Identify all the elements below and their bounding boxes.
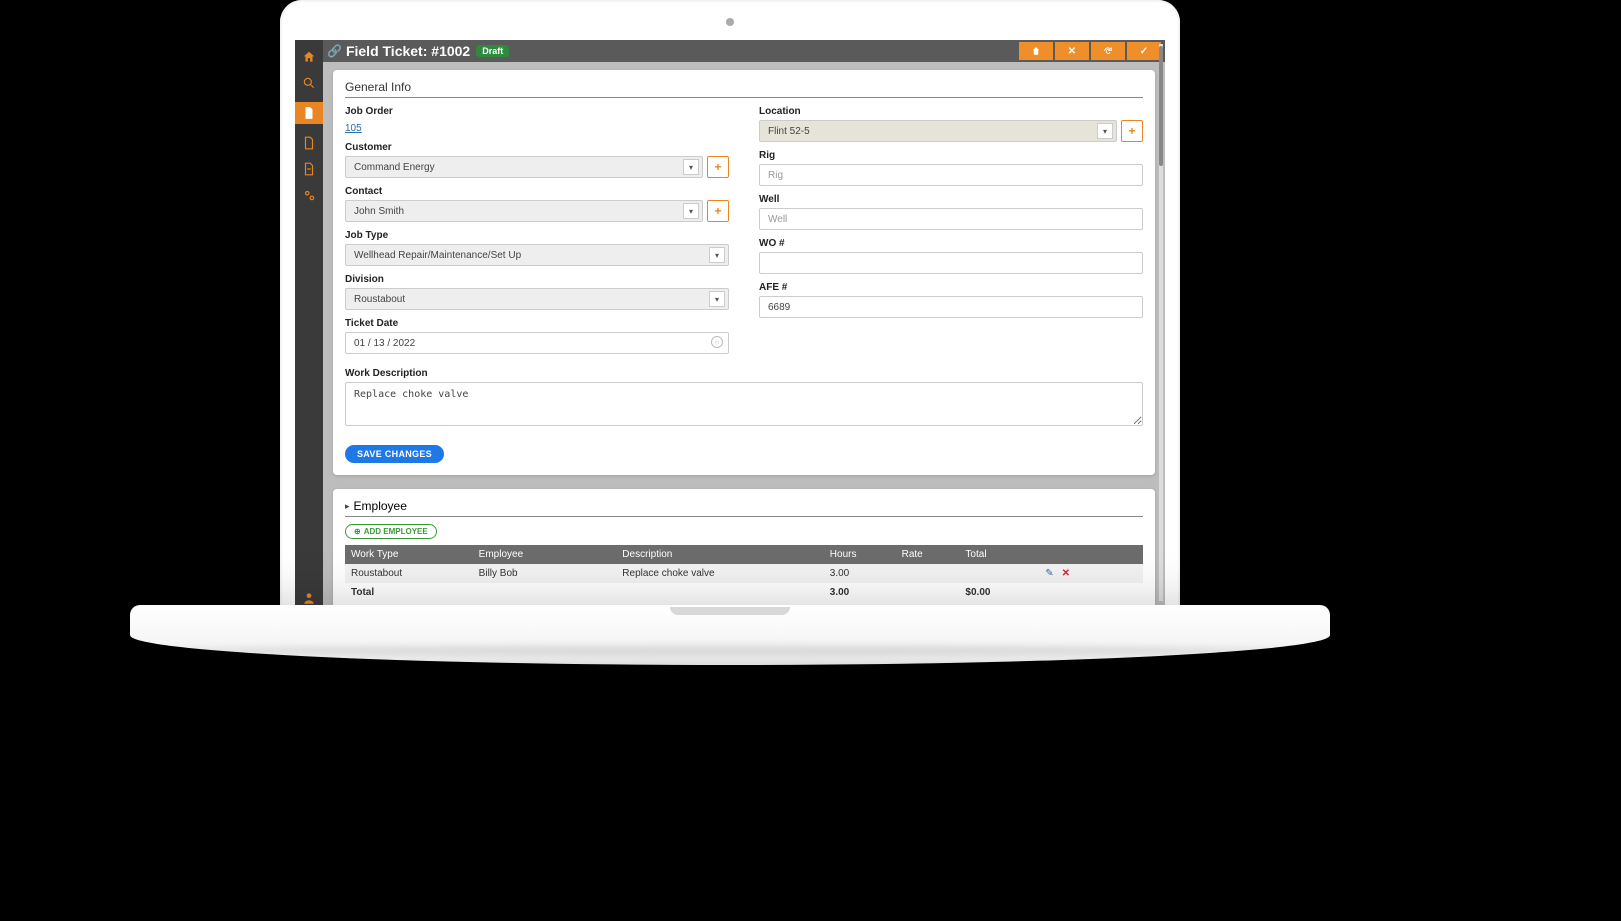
- close-button[interactable]: ✕: [1055, 42, 1089, 60]
- delete-row-icon[interactable]: ✕: [1062, 568, 1070, 579]
- titlebar: 🔗 Field Ticket: #1002 Draft ✕ ✓: [323, 40, 1165, 62]
- table-row: Roustabout Billy Bob Replace choke valve…: [345, 564, 1143, 583]
- edit-row-icon[interactable]: ✎: [1045, 568, 1053, 579]
- chevron-down-icon[interactable]: ▾: [683, 159, 699, 175]
- afe-input[interactable]: [759, 296, 1143, 318]
- customer-label: Customer: [345, 142, 729, 153]
- employee-heading[interactable]: ▸ Employee: [345, 499, 1143, 517]
- ticket-date-input[interactable]: [345, 332, 729, 354]
- scrollbar[interactable]: [1159, 44, 1163, 601]
- job-order-label: Job Order: [345, 106, 729, 117]
- rig-label: Rig: [759, 150, 1143, 161]
- user-icon[interactable]: [302, 591, 316, 605]
- division-label: Division: [345, 274, 729, 285]
- status-badge: Draft: [476, 45, 509, 57]
- content-scroll[interactable]: General Info Job Order 105 Custom: [323, 62, 1165, 605]
- afe-label: AFE #: [759, 282, 1143, 293]
- chevron-down-icon[interactable]: ▾: [683, 203, 699, 219]
- wo-label: WO #: [759, 238, 1143, 249]
- file2-icon[interactable]: [302, 162, 316, 176]
- chevron-right-icon: ▸: [345, 501, 350, 512]
- job-type-label: Job Type: [345, 230, 729, 241]
- file-icon[interactable]: [302, 136, 316, 150]
- wo-input[interactable]: [759, 252, 1143, 274]
- add-employee-button[interactable]: ⊕ ADD EMPLOYEE: [345, 524, 437, 539]
- laptop-shadow: [140, 640, 1320, 758]
- clear-date-icon[interactable]: ○: [711, 336, 723, 348]
- rig-input[interactable]: [759, 164, 1143, 186]
- employee-table: Work Type Employee Description Hours Rat…: [345, 545, 1143, 602]
- gears-icon[interactable]: [302, 188, 316, 202]
- col-work-type: Work Type: [345, 545, 473, 564]
- location-select[interactable]: [759, 120, 1117, 142]
- chevron-down-icon[interactable]: ▾: [1097, 123, 1113, 139]
- add-contact-button[interactable]: +: [707, 200, 729, 222]
- general-info-card: General Info Job Order 105 Custom: [333, 70, 1155, 475]
- col-actions: [1039, 545, 1143, 564]
- table-total-row: Total 3.00 $0.00: [345, 583, 1143, 602]
- contact-label: Contact: [345, 186, 729, 197]
- employee-card: ▸ Employee ⊕ ADD EMPLOYEE Work Type: [333, 489, 1155, 605]
- page-title: Field Ticket: #1002: [346, 43, 470, 59]
- laptop-camera: [726, 18, 734, 26]
- add-customer-button[interactable]: +: [707, 156, 729, 178]
- laptop-notch: [670, 607, 790, 615]
- col-hours: Hours: [824, 545, 896, 564]
- division-select[interactable]: [345, 288, 729, 310]
- chevron-down-icon[interactable]: ▾: [709, 247, 725, 263]
- col-description: Description: [616, 545, 823, 564]
- add-location-button[interactable]: +: [1121, 120, 1143, 142]
- location-label: Location: [759, 106, 1143, 117]
- col-rate: Rate: [896, 545, 960, 564]
- plus-icon: ⊕: [354, 527, 361, 536]
- refresh-button[interactable]: [1091, 42, 1125, 60]
- job-type-select[interactable]: [345, 244, 729, 266]
- customer-select[interactable]: [345, 156, 703, 178]
- general-info-heading: General Info: [345, 80, 1143, 98]
- col-total: Total: [959, 545, 1039, 564]
- link-icon: 🔗: [327, 44, 342, 58]
- job-order-link[interactable]: 105: [345, 123, 362, 134]
- chevron-down-icon[interactable]: ▾: [709, 291, 725, 307]
- well-label: Well: [759, 194, 1143, 205]
- col-employee: Employee: [473, 545, 617, 564]
- work-description-label: Work Description: [345, 368, 1143, 379]
- search-icon[interactable]: [302, 76, 316, 90]
- save-changes-button[interactable]: SAVE CHANGES: [345, 445, 444, 463]
- confirm-button[interactable]: ✓: [1127, 42, 1161, 60]
- trash-button[interactable]: [1019, 42, 1053, 60]
- home-icon[interactable]: [302, 50, 316, 64]
- well-input[interactable]: [759, 208, 1143, 230]
- document-icon[interactable]: [295, 102, 323, 124]
- ticket-date-label: Ticket Date: [345, 318, 729, 329]
- work-description-input[interactable]: [345, 382, 1143, 426]
- sidebar: [295, 40, 323, 605]
- contact-select[interactable]: [345, 200, 703, 222]
